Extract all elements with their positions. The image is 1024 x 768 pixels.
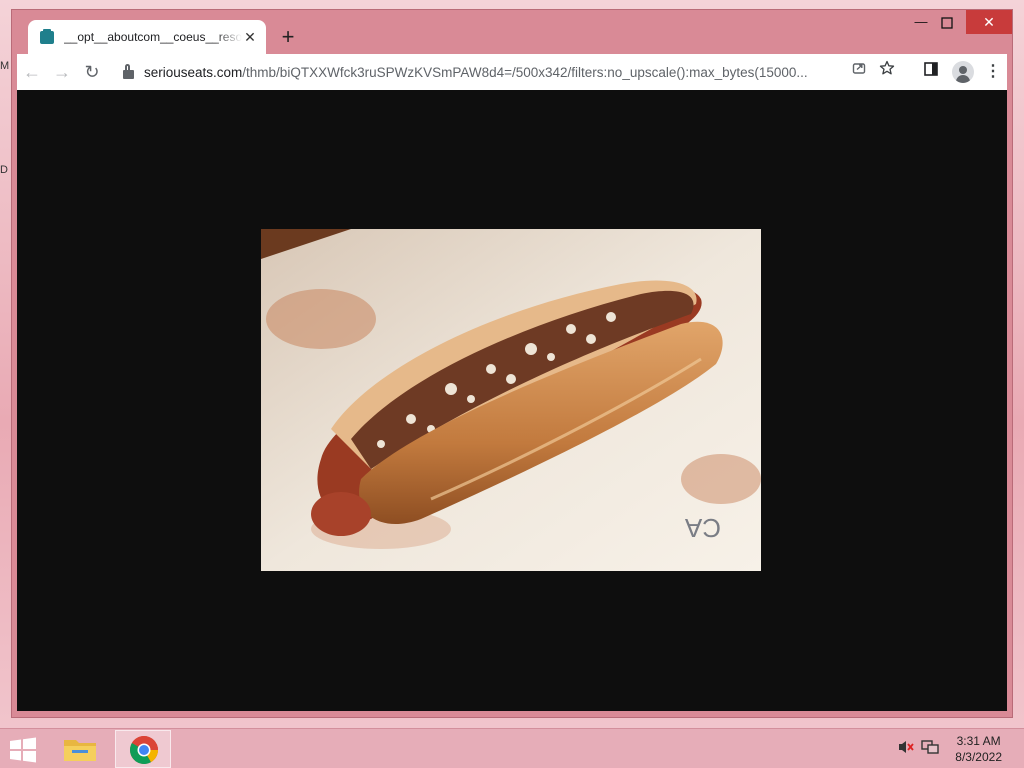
reload-button[interactable]: ↻ [77, 57, 107, 87]
url-domain: seriouseats.com [144, 64, 243, 80]
url-path: /thmb/biQTXXWfck3ruSPWzKVSmPAW8d4=/500x3… [242, 64, 808, 80]
new-tab-button[interactable]: + [276, 26, 300, 50]
back-button[interactable]: ← [17, 57, 47, 87]
side-panel-icon[interactable] [915, 57, 947, 87]
bookmark-star-icon[interactable] [873, 58, 901, 86]
hot-dog-image[interactable]: CA [261, 229, 761, 571]
share-glyph-icon [852, 63, 866, 74]
clock-time: 3:31 AM [956, 734, 1001, 748]
desktop-icon-label-m: M [0, 60, 10, 72]
clock-date: 8/3/2022 [955, 750, 1002, 764]
desktop-icon-label-d: D [0, 164, 8, 176]
maximize-icon [941, 16, 953, 29]
taskbar-file-explorer[interactable] [52, 730, 108, 768]
active-tab[interactable]: __opt__aboutcom__coeus__resou ✕ [28, 20, 266, 54]
profile-icon[interactable] [952, 61, 974, 83]
speaker-muted-icon [899, 741, 914, 753]
windows-logo-icon [10, 737, 36, 763]
close-window-button[interactable]: ✕ [966, 10, 1012, 34]
tab-title: __opt__aboutcom__coeus__resou [64, 30, 242, 44]
star-icon [879, 60, 895, 75]
network-icon[interactable] [921, 739, 939, 758]
forward-button[interactable]: → [47, 57, 77, 87]
maximize-button[interactable] [932, 10, 962, 34]
address-bar[interactable]: seriouseats.com/thmb/biQTXXWfck3ruSPWzKV… [113, 57, 909, 87]
title-bar: __opt__aboutcom__coeus__resou ✕ + — ✕ [12, 10, 1012, 54]
tab-favicon-icon [40, 28, 54, 44]
taskbar-chrome[interactable] [115, 730, 171, 768]
lock-icon[interactable] [123, 63, 134, 79]
hot-dog-photo-svg: CA [261, 229, 761, 571]
chrome-icon [130, 736, 158, 764]
url-text[interactable]: seriouseats.com/thmb/biQTXXWfck3ruSPWzKV… [144, 65, 845, 80]
svg-text:CA: CA [684, 513, 721, 543]
browser-window: __opt__aboutcom__coeus__resou ✕ + — ✕ ← … [11, 9, 1013, 718]
network-monitor-icon [921, 740, 939, 754]
page-viewport: CA [17, 90, 1007, 711]
side-panel-glyph-icon [924, 62, 938, 76]
tab-close-icon[interactable]: ✕ [242, 29, 258, 45]
taskbar: 3:31 AM 8/3/2022 [0, 728, 1024, 768]
folder-icon [64, 740, 96, 761]
start-button[interactable] [8, 737, 38, 763]
volume-muted-icon[interactable] [897, 739, 915, 758]
share-icon[interactable] [845, 58, 873, 86]
browser-toolbar: ← → ↻ seriouseats.com/thmb/biQTXXWfck3ru… [17, 54, 1007, 90]
system-clock[interactable]: 3:31 AM 8/3/2022 [955, 733, 1002, 765]
menu-icon[interactable]: ⋮ [979, 57, 1007, 87]
